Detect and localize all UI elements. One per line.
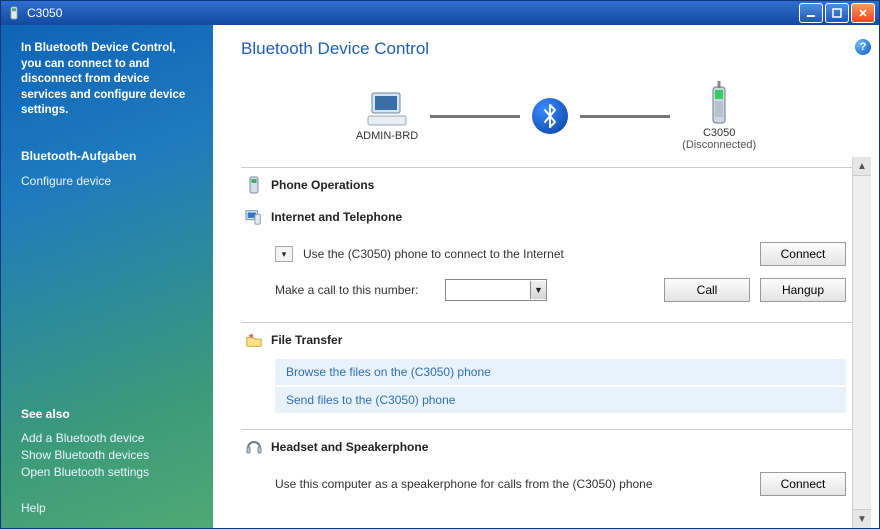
- headset-title: Headset and Speakerphone: [271, 440, 428, 454]
- minimize-button[interactable]: [799, 3, 823, 23]
- connect-headset-button[interactable]: Connect: [760, 472, 846, 496]
- file-transfer-icon: [245, 331, 263, 349]
- file-transfer-title: File Transfer: [271, 333, 342, 347]
- browse-files-link[interactable]: Browse the files on the (C3050) phone: [275, 359, 846, 385]
- scrollbar[interactable]: ▲ ▼: [852, 157, 871, 528]
- internet-telephone-icon: [245, 208, 263, 226]
- use-phone-internet-text: Use the (C3050) phone to connect to the …: [303, 247, 564, 261]
- window-title: C3050: [27, 6, 799, 20]
- phone-icon: [705, 81, 733, 127]
- internet-telephone-title: Internet and Telephone: [271, 210, 402, 224]
- call-button[interactable]: Call: [664, 278, 750, 302]
- computer-icon: [364, 90, 410, 130]
- window-controls: [799, 3, 875, 23]
- headset-icon: [245, 438, 263, 456]
- local-computer-label: ADMIN-BRD: [356, 130, 418, 142]
- see-also-heading: See also: [21, 407, 197, 421]
- phone-operations-title: Phone Operations: [271, 178, 374, 192]
- local-computer-node: ADMIN-BRD: [356, 90, 418, 142]
- app-window: C3050 In Bluetooth Device Control, you c…: [0, 0, 880, 529]
- bluetooth-icon: [532, 98, 568, 134]
- sidebar-intro: In Bluetooth Device Control, you can con…: [21, 41, 197, 119]
- phone-operations-icon: [245, 176, 263, 194]
- add-bluetooth-device-link[interactable]: Add a Bluetooth device: [21, 431, 197, 445]
- help-icon[interactable]: ?: [855, 39, 871, 55]
- section-file-transfer: File Transfer: [241, 322, 852, 355]
- phone-app-icon: [7, 6, 21, 20]
- section-phone-operations: Phone Operations: [241, 167, 852, 200]
- connection-line-right: [580, 115, 670, 118]
- page-title: Bluetooth Device Control: [241, 39, 429, 59]
- maximize-button[interactable]: [825, 3, 849, 23]
- help-link[interactable]: Help: [21, 501, 197, 515]
- remote-device-node: C3050 (Disconnected): [682, 81, 756, 151]
- section-internet-telephone: Internet and Telephone: [241, 200, 852, 232]
- section-headset: Headset and Speakerphone: [241, 429, 852, 462]
- hangup-button[interactable]: Hangup: [760, 278, 846, 302]
- remote-device-label: C3050: [703, 127, 735, 139]
- configure-device-link[interactable]: Configure device: [21, 174, 197, 188]
- close-button[interactable]: [851, 3, 875, 23]
- phone-number-combo[interactable]: ▼: [445, 279, 547, 301]
- show-bluetooth-devices-link[interactable]: Show Bluetooth devices: [21, 448, 197, 462]
- phone-number-input[interactable]: [446, 281, 530, 299]
- send-files-link[interactable]: Send files to the (C3050) phone: [275, 387, 846, 413]
- headset-description: Use this computer as a speakerphone for …: [275, 477, 653, 491]
- connection-diagram: ADMIN-BRD C3050 (Disco: [241, 81, 871, 151]
- connect-internet-button[interactable]: Connect: [760, 242, 846, 266]
- titlebar: C3050: [1, 1, 879, 25]
- sidebar: In Bluetooth Device Control, you can con…: [1, 25, 213, 528]
- connection-line-left: [430, 115, 520, 118]
- phone-number-dropdown-arrow[interactable]: ▼: [530, 281, 546, 299]
- scroll-down-arrow[interactable]: ▼: [853, 509, 871, 528]
- scroll-up-arrow[interactable]: ▲: [853, 157, 871, 176]
- expand-internet-toggle[interactable]: ▾: [275, 246, 293, 262]
- main-content: Bluetooth Device Control ? ADMIN-BRD: [213, 25, 879, 528]
- open-bluetooth-settings-link[interactable]: Open Bluetooth settings: [21, 465, 197, 479]
- tasks-heading: Bluetooth-Aufgaben: [21, 149, 197, 163]
- make-call-label: Make a call to this number:: [275, 283, 435, 297]
- remote-device-status: (Disconnected): [682, 139, 756, 151]
